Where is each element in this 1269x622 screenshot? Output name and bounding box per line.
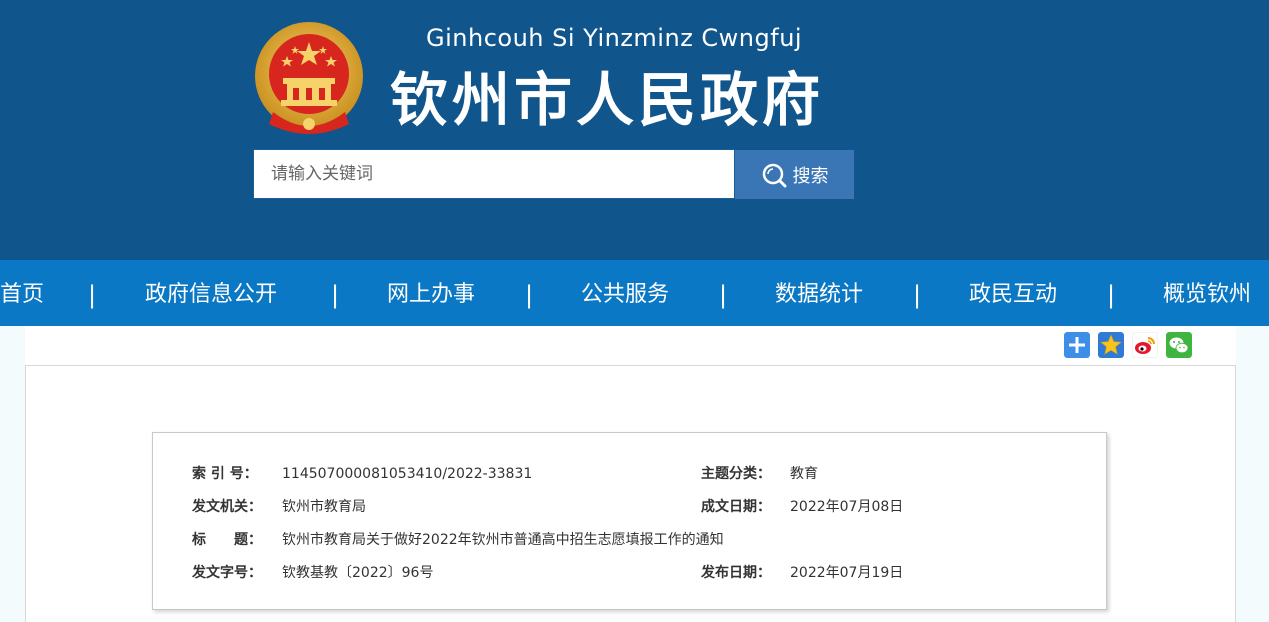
issuer-value: 钦州市教育局: [282, 499, 366, 515]
index-value: 114507000081053410/2022-33831: [282, 466, 533, 482]
info-row: 发文机关： 钦州市教育局 成文日期： 2022年07月08日: [153, 496, 1106, 518]
site-header: Ginhcouh Si Yinzminz Cwngfuj 钦州市人民政府 搜索: [0, 0, 1269, 260]
nav-item-gov-info[interactable]: 政府信息公开: [145, 260, 277, 326]
search-button-label: 搜索: [792, 165, 829, 187]
site-title: 钦州市人民政府: [390, 66, 825, 134]
nav-separator: |: [913, 281, 922, 309]
issuer-label: 发文机关：: [192, 499, 262, 515]
info-row: 标 题： 钦州市教育局关于做好2022年钦州市普通高中招生志愿填报工作的通知: [153, 529, 1106, 551]
nav-item-statistics[interactable]: 数据统计: [775, 260, 863, 326]
nav-separator: |: [525, 281, 534, 309]
nav-separator: |: [719, 281, 728, 309]
title-value: 钦州市教育局关于做好2022年钦州市普通高中招生志愿填报工作的通知: [282, 532, 724, 548]
published-date-label: 发布日期：: [701, 565, 771, 581]
created-date-label: 成文日期：: [701, 499, 771, 515]
nav-separator: |: [331, 281, 340, 309]
share-bar: [1064, 332, 1192, 358]
topic-label: 主题分类：: [701, 466, 771, 482]
info-row: 索 引 号： 114507000081053410/2022-33831 主题分…: [153, 463, 1106, 485]
search-button[interactable]: 搜索: [735, 150, 854, 199]
info-row: 发文字号： 钦教基教〔2022〕96号 发布日期： 2022年07月19日: [153, 562, 1106, 584]
content-border-right: [1235, 365, 1236, 622]
nav-item-interaction[interactable]: 政民互动: [969, 260, 1057, 326]
doc-number-value: 钦教基教〔2022〕96号: [282, 565, 434, 581]
main-nav: 首页 | 政府信息公开 | 网上办事 | 公共服务 | 数据统计 | 政民互动 …: [0, 260, 1269, 326]
nav-separator: |: [88, 281, 97, 309]
doc-number-label: 发文字号：: [192, 565, 262, 581]
nav-separator: |: [1107, 281, 1116, 309]
nav-item-public-service[interactable]: 公共服务: [581, 260, 669, 326]
wechat-icon[interactable]: [1166, 332, 1192, 358]
plus-share-icon[interactable]: [1064, 332, 1090, 358]
content-border-left: [25, 365, 26, 622]
search-input[interactable]: [253, 149, 735, 199]
search-icon: [762, 163, 786, 187]
content-divider: [25, 365, 1236, 366]
weibo-icon[interactable]: [1132, 332, 1158, 358]
nav-item-overview[interactable]: 概览钦州: [1163, 260, 1251, 326]
topic-value: 教育: [790, 466, 818, 482]
nav-item-home[interactable]: 首页: [0, 260, 44, 326]
national-emblem-icon: [255, 22, 363, 134]
index-label: 索 引 号：: [192, 466, 258, 482]
nav-item-online-service[interactable]: 网上办事: [387, 260, 475, 326]
created-date-value: 2022年07月08日: [790, 499, 904, 515]
published-date-value: 2022年07月19日: [790, 565, 904, 581]
document-info-box: 索 引 号： 114507000081053410/2022-33831 主题分…: [152, 432, 1107, 610]
site-subtitle: Ginhcouh Si Yinzminz Cwngfuj: [426, 24, 803, 52]
title-label: 标 题：: [192, 532, 262, 548]
favorite-star-icon[interactable]: [1098, 332, 1124, 358]
